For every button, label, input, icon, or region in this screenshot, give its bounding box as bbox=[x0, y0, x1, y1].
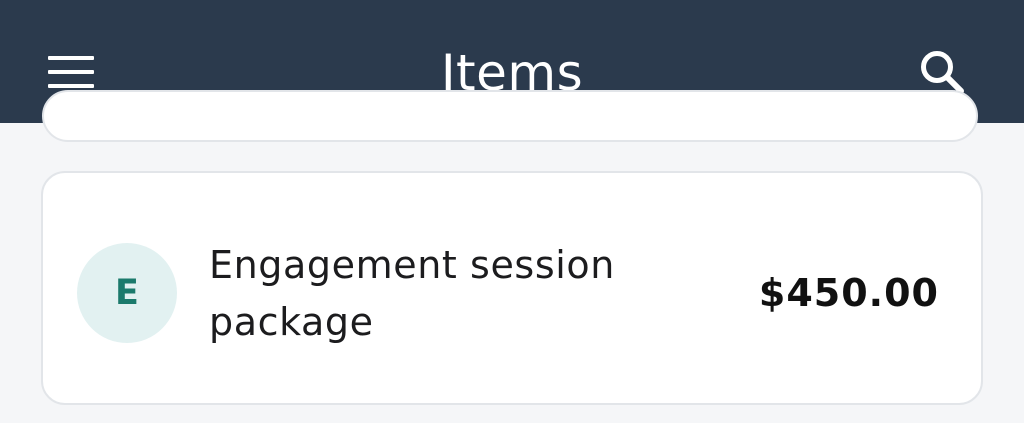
item-price: $450.00 bbox=[758, 271, 939, 315]
previous-item-card[interactable] bbox=[42, 90, 978, 142]
item-card[interactable]: E Engagement session package $450.00 bbox=[41, 171, 983, 405]
item-avatar: E bbox=[77, 243, 177, 343]
item-name: Engagement session package bbox=[209, 243, 615, 344]
